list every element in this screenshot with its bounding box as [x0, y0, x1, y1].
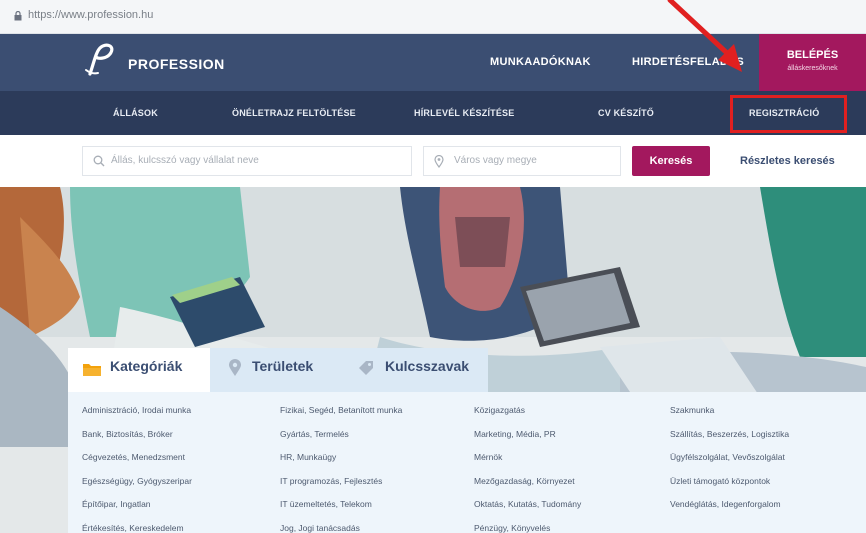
red-arrow-annotation — [667, 0, 742, 72]
browser-window: https://www.profession.hu PROFESSION MUN… — [0, 0, 866, 533]
